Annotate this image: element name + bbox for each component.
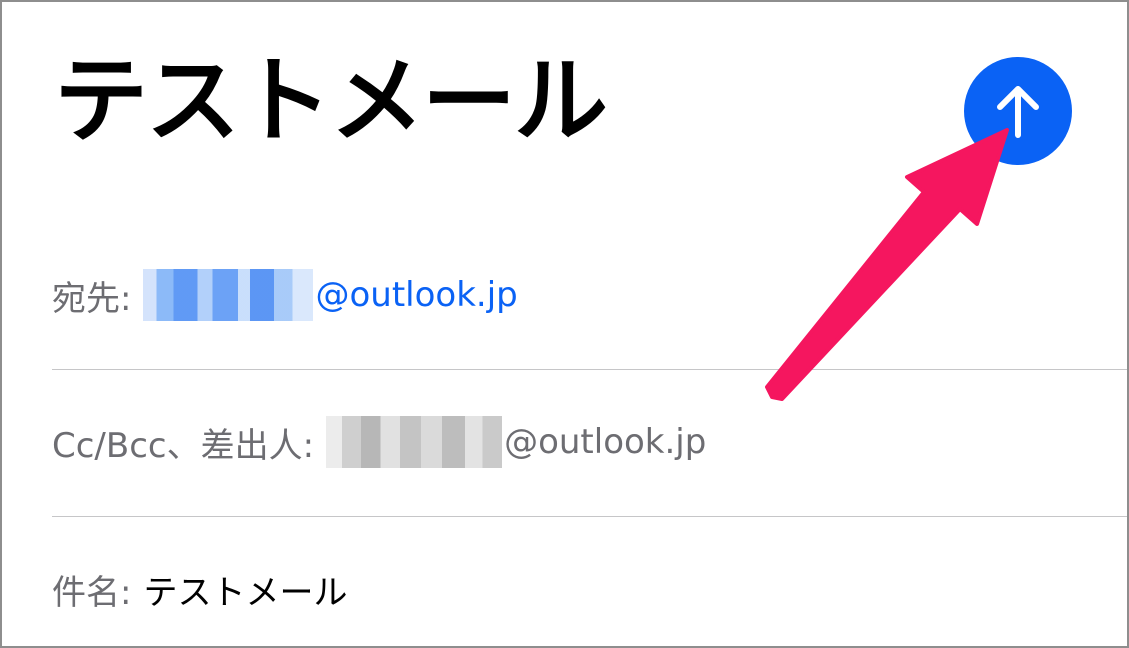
cc-bcc-from-field-row[interactable]: Cc/Bcc、差出人: @outlook.jp — [52, 369, 1127, 515]
cc-bcc-from-label: Cc/Bcc、差出人: — [52, 425, 315, 466]
to-label: 宛先: — [52, 278, 132, 319]
arrow-up-icon — [997, 86, 1039, 138]
redacted-sender-name — [326, 416, 503, 468]
redacted-recipient-name — [143, 269, 314, 321]
to-recipient-address[interactable]: @outlook.jp — [315, 275, 517, 315]
subject-field-row[interactable]: 件名: テストメール — [52, 516, 1127, 646]
to-field-row[interactable]: 宛先: @outlook.jp — [52, 222, 1127, 368]
subject-input[interactable]: テストメール — [143, 565, 347, 614]
sender-address: @outlook.jp — [504, 422, 707, 462]
compose-screen: テストメール 宛先: @outlook.jp Cc/Bcc、差出人: @outl… — [0, 0, 1129, 648]
send-button[interactable] — [964, 57, 1072, 165]
compose-title: テストメール — [54, 47, 608, 156]
subject-label: 件名: — [52, 572, 132, 613]
